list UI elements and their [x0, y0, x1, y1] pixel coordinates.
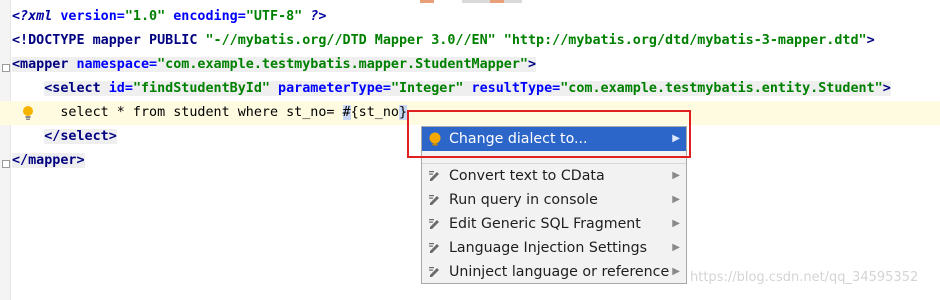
menu-item-label: Uninject language or reference [449, 264, 670, 280]
tag-close: > [882, 81, 891, 96]
attr-name: namespace= [68, 57, 158, 72]
editor-tab[interactable] [490, 0, 504, 3]
tag-close-select: </select> [44, 129, 117, 144]
sql-brace: } [398, 105, 408, 120]
submenu-arrow-icon: ▶ [672, 194, 680, 205]
attr-name: parameterType= [270, 81, 391, 96]
code-line: <!DOCTYPE mapper PUBLIC "-//mybatis.org/… [0, 29, 940, 53]
code-line: <select id="findStudentById" parameterTy… [0, 77, 940, 101]
tag-close-mapper: </mapper> [12, 153, 85, 168]
attr-name: resultType= [463, 81, 561, 96]
menu-item-label: Run query in console [449, 192, 598, 208]
attr-value: "findStudentById" [132, 81, 270, 96]
intention-icon [429, 243, 439, 253]
attr-name: id= [100, 81, 133, 96]
menu-item-run-query[interactable]: Run query in console ▶ [422, 188, 686, 212]
attr-value: "com.example.testmybatis.entity.Student" [560, 81, 883, 96]
submenu-arrow-icon: ▶ [672, 170, 680, 181]
doctype-close: > [866, 33, 875, 48]
menu-item-label: Language Injection Settings [449, 240, 648, 256]
editor-tab[interactable] [420, 0, 434, 3]
watermark-text: https://blog.csdn.net/qq_34595352 [690, 270, 919, 285]
menu-item-label: Convert text to CData [449, 168, 605, 184]
editor-tab-strip [0, 0, 940, 3]
bulb-icon [429, 132, 441, 146]
tag-open: <select [44, 81, 101, 96]
sql-hash: # [342, 105, 351, 120]
menu-item-label: Change dialect to... [449, 131, 588, 147]
public-id: "-//mybatis.org//DTD Mapper 3.0//EN" [205, 33, 496, 48]
tag-close: > [527, 57, 537, 72]
menu-item-convert-cdata[interactable]: Convert text to CData ▶ [422, 164, 686, 188]
code-line: <?xml version="1.0" encoding="UTF-8" ?> [0, 5, 940, 29]
menu-item-edit-sql-fragment[interactable]: Edit Generic SQL Fragment ▶ [422, 212, 686, 236]
intention-icon [429, 267, 439, 277]
menu-item-change-dialect[interactable]: Change dialect to... ▶ [422, 127, 686, 151]
attr-value: "UTF-8" [245, 9, 303, 24]
submenu-arrow-icon: ▶ [672, 242, 680, 253]
attr-value: "Integer" [390, 81, 464, 96]
xml-keyword: xml [28, 9, 53, 24]
tag-open: <mapper [12, 57, 69, 72]
sql-param: {st_no [350, 105, 399, 120]
attr-value: "com.example.testmybatis.mapper.StudentM… [157, 57, 528, 72]
attr-name: encoding= [165, 9, 246, 24]
submenu-arrow-icon: ▶ [672, 133, 680, 144]
sql-text: select * from student where st_no= [60, 105, 343, 120]
intention-actions-popup: Change dialect to... ▶ Convert text to C… [421, 126, 687, 284]
bulb-icon[interactable] [22, 105, 34, 121]
pi-open: <? [12, 9, 29, 24]
submenu-arrow-icon: ▶ [672, 266, 680, 277]
intention-icon [429, 195, 439, 205]
menu-item-language-injection[interactable]: Language Injection Settings ▶ [422, 236, 686, 260]
menu-item-label: Edit Generic SQL Fragment [449, 216, 641, 232]
code-line-current[interactable]: select * from student where st_no= #{st_… [0, 101, 940, 125]
pi-close: ?> [302, 9, 327, 24]
system-id: "http://mybatis.org/dtd/mybatis-3-mapper… [503, 33, 867, 48]
menu-item-uninject-language[interactable]: Uninject language or reference ▶ [422, 260, 686, 284]
attr-value: "1.0" [124, 9, 166, 24]
code-line: <mapper namespace="com.example.testmybat… [0, 53, 940, 77]
attr-name: version= [52, 9, 125, 24]
intention-icon [429, 171, 439, 181]
intention-icon [429, 219, 439, 229]
doctype-decl: <!DOCTYPE mapper PUBLIC [12, 33, 206, 48]
submenu-arrow-icon: ▶ [672, 218, 680, 229]
